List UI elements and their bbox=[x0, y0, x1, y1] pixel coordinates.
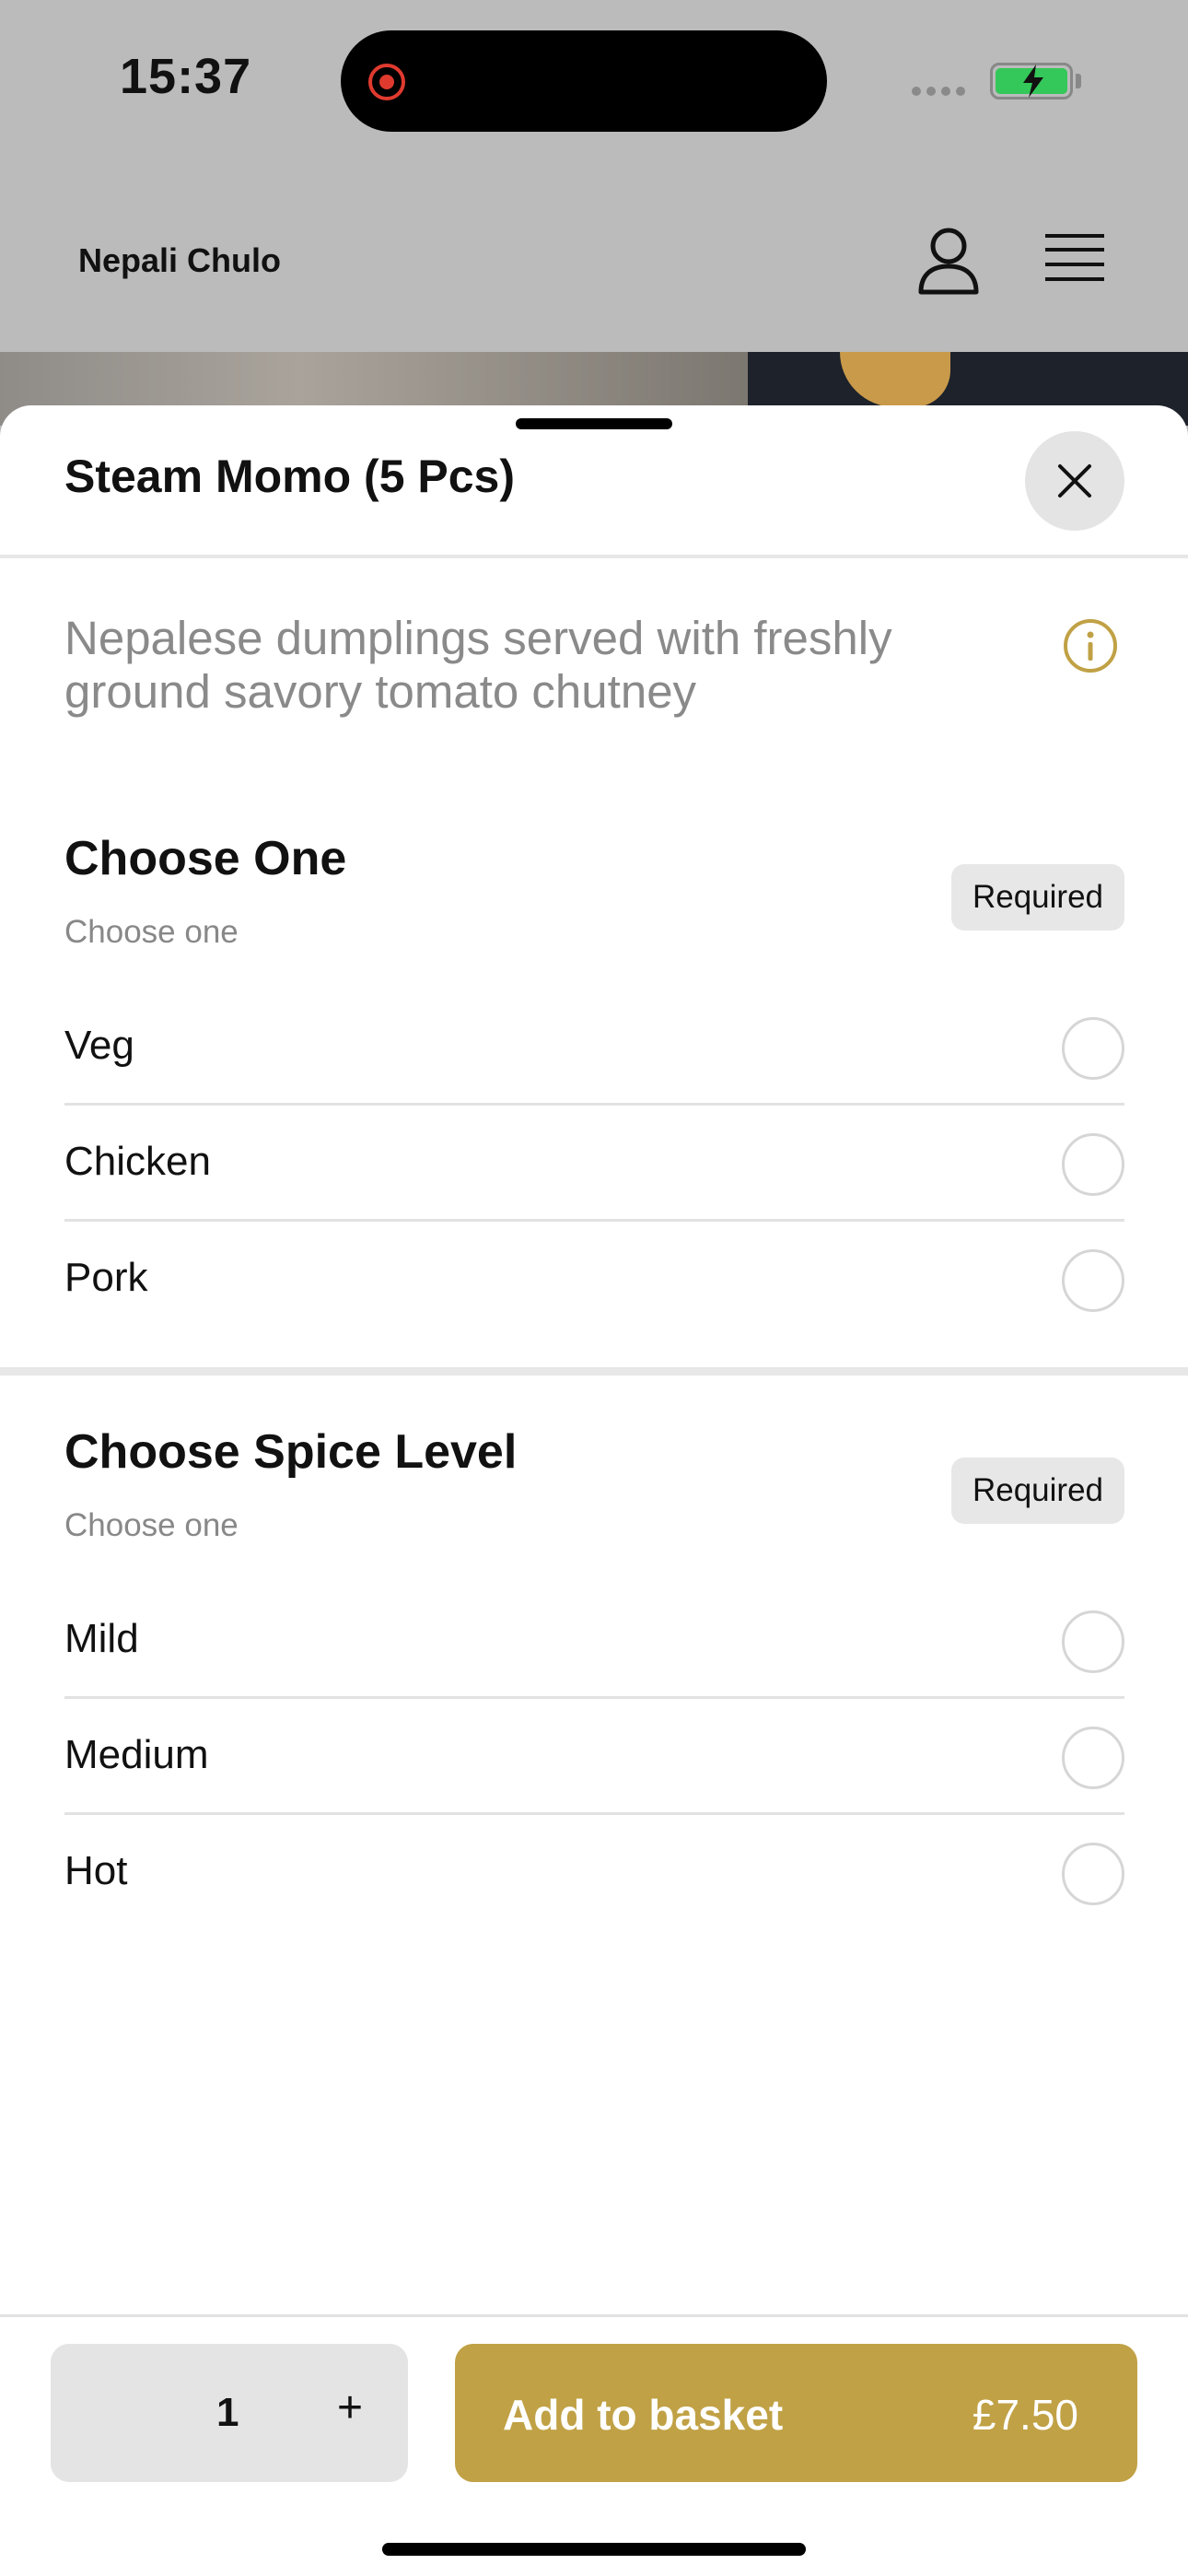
required-badge: Required bbox=[951, 1458, 1124, 1524]
footer-divider bbox=[0, 2314, 1188, 2317]
user-icon[interactable] bbox=[916, 226, 981, 295]
section-title-spice-level: Choose Spice Level bbox=[64, 1425, 518, 1479]
radio-button[interactable] bbox=[1062, 1843, 1124, 1905]
section-subtitle: Choose one bbox=[64, 914, 239, 950]
section-subtitle: Choose one bbox=[64, 1507, 239, 1543]
header-divider bbox=[0, 555, 1188, 558]
close-icon bbox=[1058, 464, 1091, 498]
item-description: Nepalese dumplings served with freshly g… bbox=[64, 612, 892, 718]
option-pork[interactable]: Pork bbox=[64, 1222, 1124, 1338]
battery-tip bbox=[1076, 74, 1081, 88]
radio-button[interactable] bbox=[1062, 1249, 1124, 1312]
battery-icon bbox=[990, 63, 1073, 100]
app-header: Nepali Chulo bbox=[0, 166, 1188, 352]
option-veg[interactable]: Veg bbox=[64, 989, 1124, 1106]
option-hot[interactable]: Hot bbox=[64, 1815, 1124, 1931]
status-bar: 15:37 bbox=[0, 0, 1188, 166]
section-title-choose-one: Choose One bbox=[64, 832, 347, 885]
option-medium[interactable]: Medium bbox=[64, 1699, 1124, 1815]
close-button[interactable] bbox=[1025, 431, 1124, 531]
option-label: Mild bbox=[64, 1616, 139, 1661]
quantity-stepper: 1 + bbox=[51, 2344, 408, 2482]
radio-button[interactable] bbox=[1062, 1017, 1124, 1080]
option-label: Medium bbox=[64, 1732, 209, 1777]
item-price: £7.50 bbox=[972, 2391, 1078, 2439]
hamburger-menu-icon[interactable] bbox=[1045, 232, 1104, 284]
option-label: Pork bbox=[64, 1255, 148, 1300]
required-badge: Required bbox=[951, 864, 1124, 931]
option-label: Veg bbox=[64, 1023, 134, 1068]
quantity-increase-button[interactable]: + bbox=[327, 2383, 373, 2433]
option-label: Hot bbox=[64, 1848, 128, 1893]
status-time: 15:37 bbox=[120, 49, 252, 104]
item-title: Steam Momo (5 Pcs) bbox=[64, 451, 516, 502]
section-divider bbox=[0, 1367, 1188, 1376]
charging-bolt-icon bbox=[1023, 64, 1043, 98]
option-chicken[interactable]: Chicken bbox=[64, 1106, 1124, 1222]
option-mild[interactable]: Mild bbox=[64, 1583, 1124, 1699]
sheet-grabber[interactable] bbox=[516, 418, 672, 429]
add-to-basket-label: Add to basket bbox=[503, 2391, 784, 2439]
add-to-basket-button[interactable]: Add to basket £7.50 bbox=[455, 2344, 1137, 2482]
home-indicator[interactable] bbox=[382, 2543, 806, 2556]
radio-button[interactable] bbox=[1062, 1727, 1124, 1789]
radio-button[interactable] bbox=[1062, 1610, 1124, 1673]
dynamic-island bbox=[341, 30, 827, 132]
signal-icon bbox=[912, 87, 965, 96]
radio-button[interactable] bbox=[1062, 1133, 1124, 1196]
brand-name[interactable]: Nepali Chulo bbox=[78, 241, 281, 280]
recording-indicator-icon bbox=[368, 64, 405, 100]
info-icon[interactable] bbox=[1062, 617, 1119, 674]
option-label: Chicken bbox=[64, 1139, 211, 1184]
quantity-value: 1 bbox=[216, 2390, 239, 2435]
item-options-sheet: Steam Momo (5 Pcs) Nepalese dumplings se… bbox=[0, 405, 1188, 2576]
